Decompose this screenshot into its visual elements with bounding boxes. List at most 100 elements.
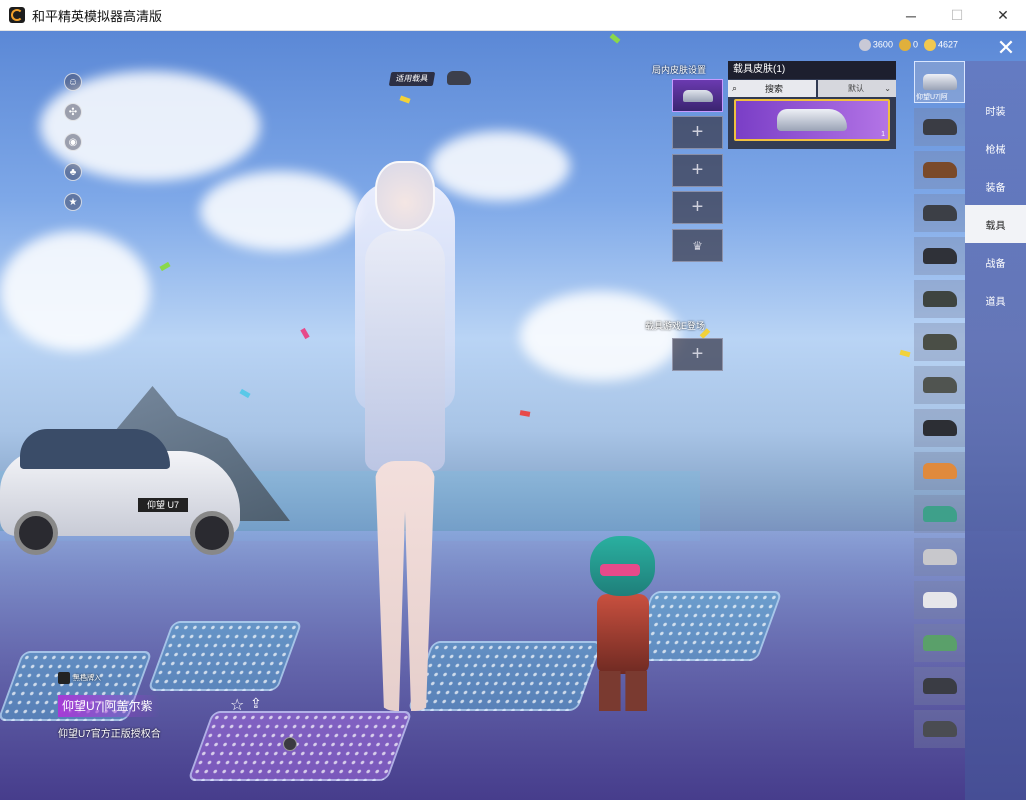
owner-badge-icon [58,672,70,684]
ingame-skin-settings-label[interactable]: 局内皮肤设置 [652,63,706,76]
tab-equipment[interactable]: 装备 [965,167,1026,205]
crown-icon: ♛ [692,238,703,253]
vehicle-item[interactable] [914,581,965,619]
apply-vehicle-car-icon [447,71,471,85]
tab-combat-gear[interactable]: 战备 [965,243,1026,281]
tab-weapons[interactable]: 枪械 [965,129,1026,167]
sedan-icon [922,506,957,522]
vehicle-item-selected[interactable]: 仰望U7|阿 [914,61,965,103]
vehicle-item[interactable] [914,624,965,662]
jeep-icon [922,377,957,393]
cloud [0,231,150,351]
vehicle-item[interactable] [914,495,965,533]
character-outfit [365,231,445,471]
currency-coin: 3600 [858,39,893,51]
vehicle-item[interactable] [914,280,965,318]
floor-tile [147,621,303,691]
car-window [20,429,170,469]
floor-tile [187,711,413,781]
skin-sort-dropdown[interactable]: 默认 ⌄ [818,80,896,97]
vehicle-item[interactable] [914,452,965,490]
game-viewport: 仰望 U7 ☺ ✣ ◉ ♣ ★ 适用载具 3600 0 4627 ✕ 局内皮肤设… [0,31,1026,800]
car-wheel [14,511,58,555]
vehicle-skin-description: 仰望U7官方正版授权合 [58,729,161,740]
vehicle-item[interactable] [914,151,965,189]
team-icon[interactable]: ♣ [64,163,82,181]
vehicle-item[interactable] [914,237,965,275]
vehicle-item[interactable] [914,538,965,576]
cloud [520,291,680,381]
collection-icon[interactable]: ★ [64,193,82,211]
sports-car-icon [922,463,957,479]
tab-vehicles[interactable]: 载具 [965,205,1026,243]
app-icon [9,7,25,23]
jeep-icon [922,291,957,307]
close-panel-button[interactable]: ✕ [992,34,1020,62]
minimize-button[interactable]: ─ [888,0,934,31]
bear-legs [599,671,647,711]
bear-companion [585,536,660,716]
vehicle-model: 仰望 U7 [0,421,240,555]
sedan-icon [922,549,957,565]
vehicle-item[interactable] [914,323,965,361]
window-controls: ─ ☐ ✕ [888,0,1026,31]
skin-slot-3[interactable]: + [672,154,723,187]
character-head [375,161,435,231]
coin-icon [858,39,871,51]
token-icon [898,39,911,51]
vehicle-item[interactable] [914,710,965,748]
confetti [519,410,531,417]
confetti [609,33,621,44]
entrance-slot[interactable]: + [672,338,723,371]
favorite-star-icon[interactable]: ☆ [230,695,244,715]
skin-slot-1[interactable] [672,79,723,112]
tab-items[interactable]: 道具 [965,281,1026,319]
skin-card-selected[interactable]: 1 [734,99,890,141]
vehicle-item[interactable] [914,667,965,705]
jeep-icon [922,334,957,350]
skin-slot-2[interactable]: + [672,116,723,149]
vehicle-item-label: 仰望U7|阿 [916,94,948,101]
owner-row: 黑档牌入 [58,672,101,684]
bear-body [597,594,649,674]
vehicle-item[interactable] [914,108,965,146]
vehicle-item[interactable] [914,194,965,232]
tab-fashion[interactable]: 时装 [965,91,1026,129]
motorcycle-icon [922,119,957,135]
skin-slot-crown[interactable]: ♛ [672,229,723,262]
coupe-icon [922,592,957,608]
share-icon[interactable]: ⇪ [250,695,262,712]
sedan-icon [922,74,957,90]
split-icon[interactable]: ✣ [64,103,82,121]
close-window-button[interactable]: ✕ [980,0,1026,31]
confetti [899,349,911,358]
monster-truck-icon [922,420,957,436]
skin-slot-4[interactable]: + [672,191,723,224]
diamond-icon [923,39,936,51]
confetti [239,388,251,399]
currency-token: 0 [898,39,918,51]
vehicle-skin-panel: 载具皮肤(1) ⌕ 搜索 默认 ⌄ 1 [728,61,896,149]
chevron-down-icon: ⌄ [884,84,891,93]
vehicle-item[interactable] [914,366,965,404]
view-icon[interactable]: ◉ [64,133,82,151]
search-icon: ⌕ [732,83,738,93]
rotate-view-icon[interactable] [283,737,297,751]
window-titlebar: 和平精英模拟器高清版 ─ ☐ ✕ [0,0,1026,31]
vehicle-item[interactable] [914,409,965,447]
category-tabs: 时装 枪械 装备 载具 战备 道具 [965,61,1026,800]
skin-search-input[interactable]: ⌕ 搜索 [728,80,816,97]
van-icon [922,635,957,651]
player-character[interactable] [320,161,490,721]
profile-icon[interactable]: ☺ [64,73,82,91]
motorcycle-sidecar-icon [922,248,957,264]
skin-search-row: ⌕ 搜索 默认 ⌄ [728,80,896,97]
bear-visor [600,564,640,576]
vehicle-skin-name: 仰望U7|阿盖尔紫 [58,695,161,717]
buggy-icon [922,205,957,221]
pickup-icon [922,678,957,694]
maximize-button[interactable]: ☐ [934,0,980,31]
window-title: 和平精英模拟器高清版 [32,8,163,24]
vehicle-entrance-label[interactable]: 载具游戏E登场 [645,319,705,332]
currency-bar: 3600 0 4627 [858,39,958,51]
